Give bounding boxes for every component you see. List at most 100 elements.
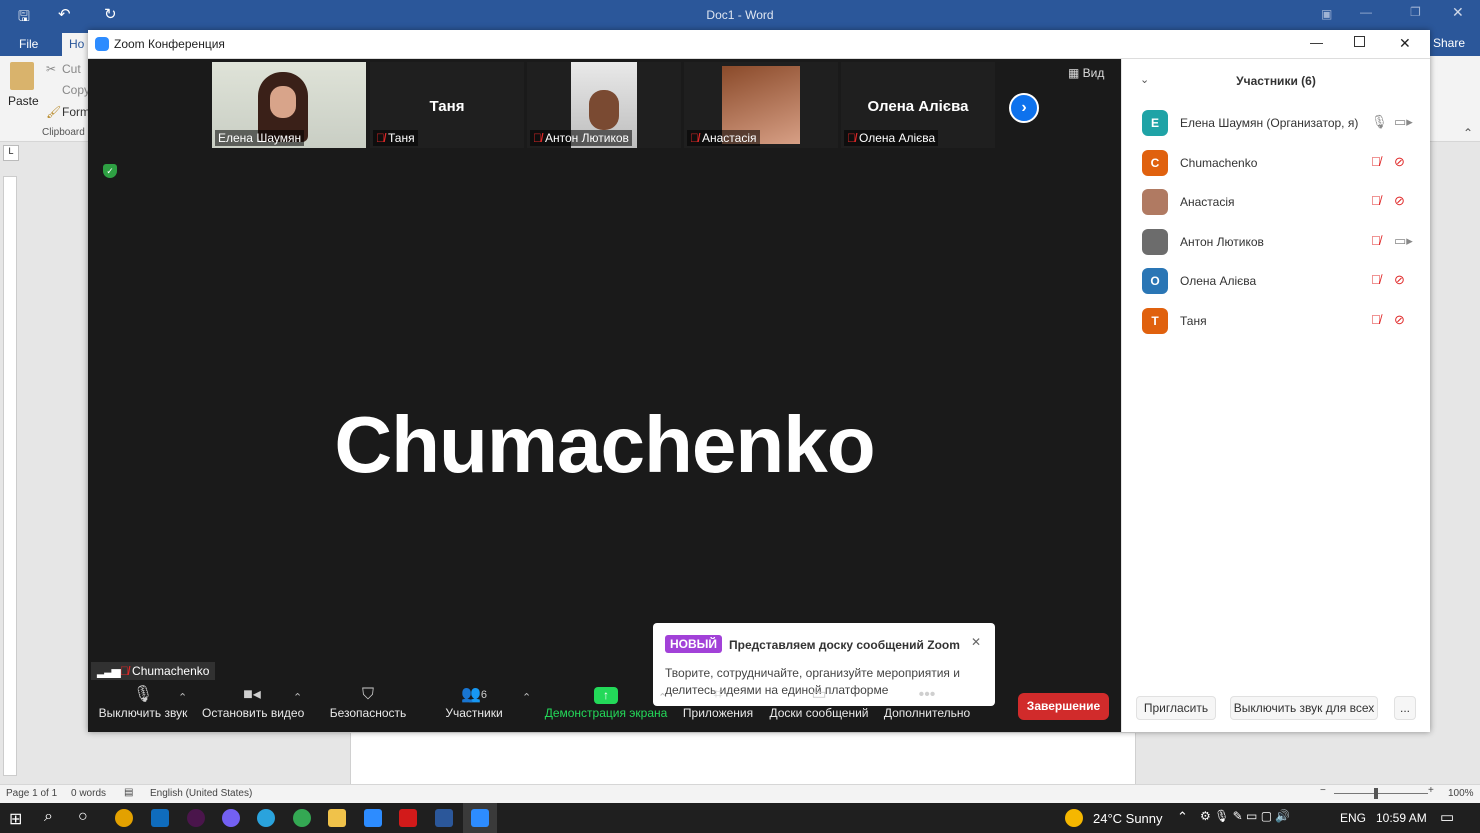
input-language[interactable]: ENG <box>1340 811 1366 825</box>
close-icon[interactable]: ✕ <box>1452 4 1464 21</box>
file-explorer-icon[interactable] <box>328 809 346 827</box>
pdf-reader-icon[interactable] <box>399 809 417 827</box>
participants-icon: 👥 <box>460 686 481 703</box>
video-thumbnail[interactable]: Олена Алієва 🎙̸ Олена Алієва <box>841 62 995 148</box>
task-view-icon[interactable]: ○ <box>78 808 88 826</box>
end-meeting-button[interactable]: Завершение <box>1018 693 1109 720</box>
mic-muted-icon[interactable]: 🎙̸ <box>1371 154 1381 169</box>
zoom-level[interactable]: 100% <box>1448 788 1474 799</box>
slack-icon[interactable] <box>187 809 205 827</box>
video-options-chevron-icon[interactable]: ⌃ <box>293 691 302 704</box>
active-speaker-name: Chumachenko <box>334 400 875 489</box>
mic-muted-icon[interactable]: 🎙̸ <box>1371 233 1381 248</box>
mic-muted-icon[interactable]: 🎙̸ <box>1371 312 1381 327</box>
mute-all-button[interactable]: Выключить звук для всех <box>1230 696 1378 720</box>
telegram-icon[interactable] <box>257 809 275 827</box>
paste-button[interactable]: Paste <box>8 94 39 108</box>
cut-icon: ✂ <box>46 62 57 76</box>
next-page-arrow-icon[interactable]: › <box>1009 93 1039 123</box>
tray-icons[interactable]: ⚙ 🎙 ✎ ▭ ▢ 🔊 <box>1200 809 1290 823</box>
chrome-profile-icon[interactable] <box>293 809 311 827</box>
video-off-icon[interactable]: ⊘ <box>1394 272 1405 288</box>
share-screen-button[interactable]: ↑ Демонстрация экрана <box>544 684 668 720</box>
mute-button[interactable]: 🎙 Выключить звук <box>98 684 188 720</box>
video-thumbnail[interactable]: 🎙̸ Антон Лютиков <box>527 62 681 148</box>
start-icon[interactable]: ⊞ <box>9 809 22 829</box>
participant-row[interactable]: Антон Лютиков 🎙̸ ▭▸ <box>1142 228 1422 256</box>
video-camera-icon[interactable]: ▭▸ <box>1394 114 1413 130</box>
video-off-icon[interactable]: ⊘ <box>1394 154 1405 170</box>
shield-icon: ⛉ <box>361 686 374 703</box>
participant-row[interactable]: E Елена Шаумян (Организатор, я) 🎙 ▭▸ <box>1142 109 1422 137</box>
more-button[interactable]: ••• Дополнительно <box>883 684 971 720</box>
vertical-ruler <box>3 176 17 776</box>
apps-button[interactable]: ⌗ Приложения <box>680 684 756 720</box>
avatar <box>1142 189 1168 215</box>
more-options-button[interactable]: ... <box>1394 696 1416 720</box>
video-thumbnail[interactable]: Елена Шаумян <box>212 62 366 148</box>
copy-button[interactable]: Copy <box>62 83 90 97</box>
video-thumbnail[interactable]: 🎙̸ Анастасія <box>684 62 838 148</box>
speaker-tag-name: Chumachenko <box>132 664 210 678</box>
word-app-icon[interactable] <box>435 809 453 827</box>
share-options-chevron-icon[interactable]: ⌃ <box>658 691 667 704</box>
maximize-icon[interactable] <box>1354 36 1365 47</box>
weather-text[interactable]: 24°C Sunny <box>1093 811 1163 826</box>
participants-options-chevron-icon[interactable]: ⌃ <box>522 691 531 704</box>
collapse-ribbon-icon[interactable]: ⌃ <box>1463 126 1473 140</box>
paste-icon[interactable] <box>10 62 34 90</box>
participant-row[interactable]: О Олена Алієва 🎙̸ ⊘ <box>1142 267 1422 295</box>
video-camera-icon[interactable]: ▭▸ <box>1394 233 1413 249</box>
view-button[interactable]: ▦ Вид <box>1068 66 1104 80</box>
zoom-meeting-icon[interactable] <box>471 809 489 827</box>
grid-icon: ▦ <box>1068 66 1083 80</box>
format-painter-button[interactable]: Form <box>62 105 90 119</box>
zoom-in-icon[interactable]: + <box>1428 785 1434 796</box>
security-shield-icon[interactable]: ✓ <box>103 164 117 178</box>
sun-icon <box>1065 809 1083 827</box>
cut-button[interactable]: Cut <box>62 62 81 76</box>
tab-selector-icon[interactable]: L <box>3 145 19 161</box>
mic-muted-icon[interactable]: 🎙̸ <box>1371 193 1381 208</box>
zoom-app-icon[interactable] <box>364 809 382 827</box>
participant-row[interactable]: Т Таня 🎙̸ ⊘ <box>1142 307 1422 335</box>
proofing-icon[interactable]: ▤ <box>124 787 133 798</box>
participant-row[interactable]: Анастасія 🎙̸ ⊘ <box>1142 188 1422 216</box>
minimize-icon[interactable]: — <box>1360 5 1372 19</box>
ribbon-display-icon[interactable]: ▣ <box>1321 7 1332 21</box>
mic-muted-icon[interactable]: 🎙̸ <box>1371 272 1381 287</box>
viber-icon[interactable] <box>222 809 240 827</box>
zoom-slider-thumb[interactable] <box>1374 788 1378 799</box>
participant-name: Олена Алієва <box>1180 274 1257 288</box>
search-icon[interactable]: ⌕ <box>44 808 53 826</box>
microphone-icon[interactable]: 🎙 <box>1371 114 1388 130</box>
page-count[interactable]: Page 1 of 1 <box>6 788 57 799</box>
invite-button[interactable]: Пригласить <box>1136 696 1216 720</box>
notifications-icon[interactable]: ▭ <box>1440 808 1454 826</box>
audio-options-chevron-icon[interactable]: ⌃ <box>178 691 187 704</box>
stop-video-button[interactable]: ■◂ Остановить видео <box>202 684 304 720</box>
restore-icon[interactable]: ❐ <box>1410 5 1421 19</box>
video-off-icon[interactable]: ⊘ <box>1394 312 1405 328</box>
participants-button[interactable]: 👥6 Участники <box>434 684 514 720</box>
participant-row[interactable]: C Chumachenko 🎙̸ ⊘ <box>1142 149 1422 177</box>
zoom-slider[interactable] <box>1334 793 1428 794</box>
minimize-icon[interactable]: — <box>1310 35 1323 50</box>
share-button[interactable]: Share <box>1433 36 1465 50</box>
close-icon[interactable]: ✕ <box>971 635 981 649</box>
whiteboards-button[interactable]: ▭ Доски сообщений <box>767 684 871 720</box>
thumbnail-big-name: Таня <box>429 98 465 115</box>
video-thumbnail[interactable]: Таня 🎙̸ Таня <box>370 62 524 148</box>
participant-photo <box>589 90 619 130</box>
clock[interactable]: 10:59 AM <box>1376 811 1427 825</box>
chevron-up-icon[interactable]: ⌃ <box>1177 809 1188 825</box>
language-status[interactable]: English (United States) <box>150 788 252 799</box>
video-off-icon[interactable]: ⊘ <box>1394 193 1405 209</box>
close-icon[interactable]: ✕ <box>1399 35 1411 52</box>
security-button[interactable]: ⛉ Безопасность <box>328 684 408 720</box>
chrome-icon[interactable] <box>115 809 133 827</box>
tab-file[interactable]: File <box>19 37 38 51</box>
outlook-icon[interactable] <box>151 809 169 827</box>
word-count[interactable]: 0 words <box>71 788 106 799</box>
zoom-out-icon[interactable]: − <box>1320 785 1326 796</box>
